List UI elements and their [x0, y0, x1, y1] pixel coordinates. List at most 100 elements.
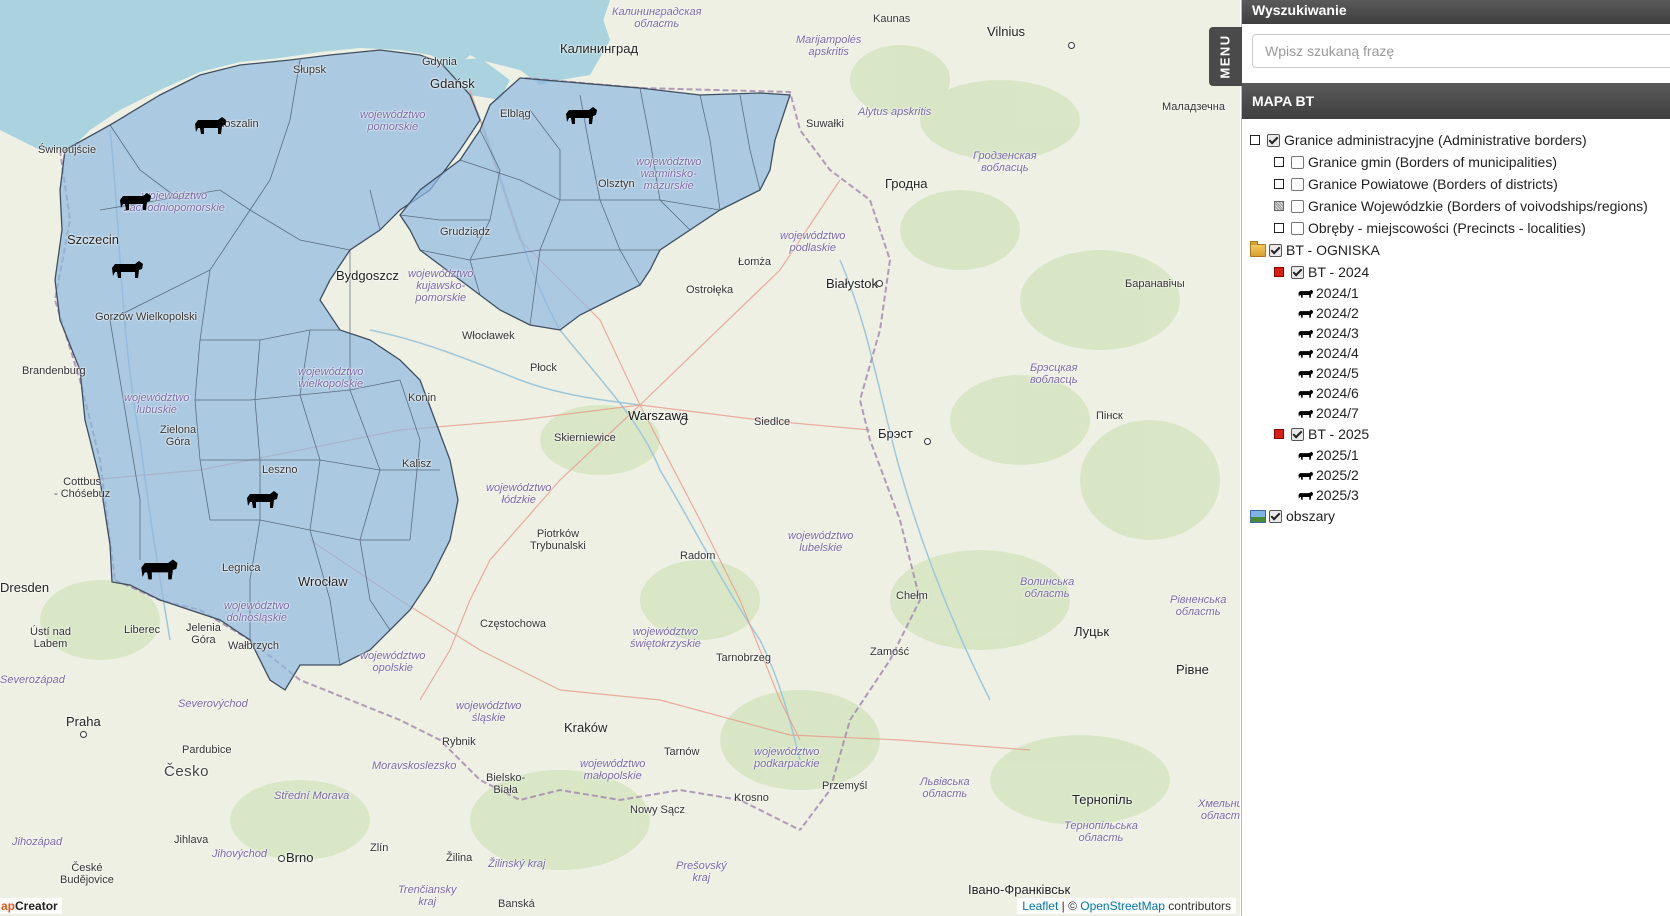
cow-icon: [141, 559, 178, 580]
layer-obreby[interactable]: Obręby - miejscowości (Precincts - local…: [1250, 217, 1670, 239]
layer-admin-checkbox[interactable]: [1267, 133, 1280, 147]
outbreak-item[interactable]: 2024/3: [1250, 323, 1670, 343]
label-marijampole: Marijampolės apskritis: [796, 34, 862, 58]
cow-icon: [566, 107, 597, 124]
outbreak-marker-elblag[interactable]: [565, 104, 599, 128]
label-wielkopolskie: województwo wielkopolskie: [298, 366, 364, 390]
attribution-separator: | ©: [1058, 899, 1081, 913]
layer-obreby-checkbox[interactable]: [1291, 221, 1304, 235]
label-slupsk: Słupsk: [293, 64, 327, 76]
cow-icon: [112, 261, 143, 278]
label-brest: Брэст: [878, 426, 913, 441]
osm-link[interactable]: OpenStreetMap: [1080, 899, 1165, 913]
legend-hatched-square-icon: [1274, 201, 1284, 211]
menu-toggle-tab[interactable]: MENU: [1209, 27, 1242, 86]
map-view[interactable]: Калининградская область Kaunas Vilnius M…: [0, 0, 1240, 916]
label-gorzow: Gorzów Wielkopolski: [95, 311, 198, 323]
layer-bt-2025-checkbox[interactable]: [1291, 427, 1304, 441]
outbreak-item[interactable]: 2025/2: [1250, 465, 1670, 485]
label-chelm: Chełm: [896, 590, 928, 602]
outbreak-item[interactable]: 2024/1: [1250, 283, 1670, 303]
map-panel-header: MAPA BT: [1242, 83, 1670, 119]
label-czestochowa: Częstochowa: [480, 618, 547, 630]
label-liberec: Liberec: [124, 624, 161, 636]
outbreak-marker-szczecin[interactable]: [111, 258, 145, 282]
outbreak-marker-koszalin[interactable]: [194, 114, 228, 138]
city-dot-brest: [924, 438, 931, 445]
layer-gmin-checkbox[interactable]: [1291, 155, 1304, 169]
label-tarnobrzeg: Tarnobrzeg: [716, 652, 772, 664]
label-lviv-oblast: Львівська область: [920, 776, 970, 800]
label-kujawsko-pomorskie: województwo kujawsko- pomorskie: [408, 268, 474, 304]
legend-square-icon: [1274, 223, 1284, 233]
outbreak-item[interactable]: 2024/4: [1250, 343, 1670, 363]
label-grodno-oblast: Гродзенская вобласць: [973, 150, 1037, 174]
label-suwalki: Suwałki: [806, 118, 844, 130]
attribution-suffix: contributors: [1164, 899, 1231, 913]
layer-powiat[interactable]: Granice Powiatowe (Borders of districts): [1250, 173, 1670, 195]
layer-admin-borders[interactable]: Granice administracyjne (Administrative …: [1250, 129, 1670, 151]
outbreak-marker-legnica[interactable]: [140, 556, 180, 584]
layer-obszary-label: obszary: [1286, 508, 1336, 524]
layer-gmin[interactable]: Granice gmin (Borders of municipalities): [1250, 151, 1670, 173]
city-dot-vilnius: [1068, 42, 1075, 49]
legend-square-icon: [1274, 157, 1284, 167]
cow-icon: [1298, 367, 1314, 379]
label-slaskie: województwo śląskie: [456, 700, 522, 724]
layer-powiat-checkbox[interactable]: [1291, 177, 1304, 191]
label-kaunas: Kaunas: [873, 13, 911, 25]
outbreak-item[interactable]: 2024/5: [1250, 363, 1670, 383]
label-severozapad: Severozápad: [0, 674, 65, 686]
outbreak-item[interactable]: 2025/3: [1250, 485, 1670, 505]
layer-ogniska-checkbox[interactable]: [1269, 243, 1282, 257]
layer-bt-2024[interactable]: BT - 2024: [1250, 261, 1670, 283]
image-layer-icon: [1250, 509, 1266, 523]
label-moravskoslezsko: Moravskoslezsko: [372, 760, 457, 772]
outbreak-item[interactable]: 2024/6: [1250, 383, 1670, 403]
label-leszno: Leszno: [262, 464, 298, 476]
layer-gmin-label: Granice gmin (Borders of municipalities): [1308, 154, 1557, 170]
layer-bt-2024-checkbox[interactable]: [1291, 265, 1304, 279]
cow-icon: [1298, 449, 1314, 461]
label-cottbus: Cottbus - Chóśebuz: [54, 476, 111, 500]
label-severovychod: Severovýchod: [178, 698, 248, 710]
layer-bt-2025[interactable]: BT - 2025: [1250, 423, 1670, 445]
outbreak-item[interactable]: 2024/2: [1250, 303, 1670, 323]
brand-logo: apCreator: [0, 898, 62, 914]
label-vilnius: Vilnius: [987, 24, 1026, 39]
leaflet-link[interactable]: Leaflet: [1022, 899, 1058, 913]
label-khmelnytsk-oblast: Хмельни област: [1198, 798, 1240, 822]
label-bialystok: Białystok: [826, 276, 879, 291]
outbreak-item[interactable]: 2025/1: [1250, 445, 1670, 465]
label-zielona-gora: Zielona Góra: [160, 424, 197, 448]
outbreak-marker-zachodniopomorskie[interactable]: [119, 190, 153, 214]
label-grodno: Гродна: [885, 176, 928, 191]
label-brno: Brno: [286, 850, 314, 865]
label-zlin: Zlín: [370, 842, 389, 854]
label-jihozapad: Jihozápad: [12, 836, 63, 848]
label-zamosc: Zamość: [870, 646, 910, 658]
cow-icon: [1298, 287, 1314, 299]
layer-obszary[interactable]: obszary: [1250, 505, 1670, 527]
label-bielsko-biala: Bielsko- Biała: [486, 772, 526, 796]
outbreak-item[interactable]: 2024/7: [1250, 403, 1670, 423]
layer-wojewodzkie-label: Granice Wojewódzkie (Borders of voivodsh…: [1308, 198, 1648, 214]
label-nowy-sacz: Nowy Sącz: [630, 804, 686, 816]
layer-wojewodzkie[interactable]: Granice Wojewódzkie (Borders of voivodsh…: [1250, 195, 1670, 217]
layer-obszary-checkbox[interactable]: [1269, 509, 1282, 523]
layer-wojewodzkie-checkbox[interactable]: [1291, 199, 1304, 213]
folder-icon: [1250, 240, 1266, 257]
label-podkarpackie: województwo podkarpackie: [754, 746, 820, 770]
layer-bt-2025-label: BT - 2025: [1308, 426, 1370, 442]
label-ivano-frankivsk: Івано-Франківськ: [968, 882, 1071, 897]
label-warminsko-mazurskie: województwo warmińsko- mazurskie: [636, 156, 702, 192]
layer-group-ogniska[interactable]: BT - OGNISKA: [1250, 239, 1670, 261]
legend-red-square-icon: [1274, 429, 1284, 439]
cow-icon: [1298, 387, 1314, 399]
label-przemysl: Przemyśl: [822, 780, 868, 792]
brand-rest: Creator: [15, 899, 58, 913]
label-brest-oblast: Брэсцкая вобласць: [1030, 362, 1078, 386]
city-dot-brno: [278, 855, 285, 862]
outbreak-marker-leszno[interactable]: [246, 488, 280, 512]
search-input[interactable]: [1252, 34, 1670, 68]
